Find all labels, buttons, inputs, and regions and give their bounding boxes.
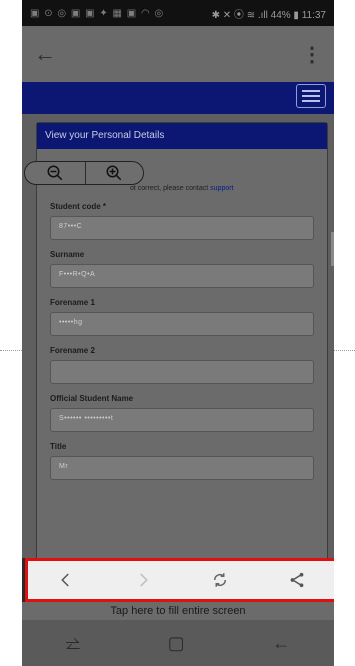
forename2-label: Forename 2 xyxy=(50,346,95,355)
kebab-menu-icon[interactable]: ⋮ xyxy=(302,42,322,67)
browser-nav-toolbar xyxy=(25,558,334,602)
notice-text: ot correct, please contact xyxy=(130,185,211,192)
zoom-divider xyxy=(85,162,86,184)
surname-field[interactable]: F•••R•Q•A xyxy=(50,264,314,288)
card-body: ot correct, please contact support Stude… xyxy=(37,149,327,490)
official-name-label: Official Student Name xyxy=(50,394,134,403)
share-icon[interactable] xyxy=(277,565,317,595)
back-arrow-icon[interactable]: ← xyxy=(34,41,56,67)
surname-label: Surname xyxy=(50,250,85,259)
student-code-label: Student code * xyxy=(50,202,107,211)
site-header-bar xyxy=(22,82,334,115)
scrollbar[interactable] xyxy=(331,232,334,266)
hamburger-menu-icon[interactable] xyxy=(296,84,326,108)
zoom-out-icon[interactable] xyxy=(25,162,84,184)
forename2-field[interactable] xyxy=(50,360,314,384)
recent-apps-icon[interactable]: ⥨ xyxy=(66,633,80,654)
student-code-field[interactable]: 87•••C xyxy=(50,216,314,240)
app-bar: ← ⋮ xyxy=(22,26,334,82)
support-link[interactable]: support xyxy=(210,185,233,192)
forename1-label: Forename 1 xyxy=(50,298,95,307)
zoom-in-icon[interactable] xyxy=(84,162,143,184)
personal-details-card: View your Personal Details ot correct, p… xyxy=(36,122,328,574)
official-name-field[interactable]: S•••••• •••••••••t xyxy=(50,408,314,432)
guide-line-left xyxy=(0,350,22,351)
chevron-right-icon[interactable] xyxy=(123,565,163,595)
home-icon[interactable]: ▢ xyxy=(168,633,185,654)
refresh-icon[interactable] xyxy=(200,565,240,595)
card-title: View your Personal Details xyxy=(37,123,327,149)
title-field[interactable]: Mr xyxy=(50,456,314,480)
zoom-control xyxy=(24,161,144,185)
forename1-field[interactable]: •••••hg xyxy=(50,312,314,336)
status-icons-right: ✱ ✕ ⦿ ≋ .ıll 44% ▮ 11:37 xyxy=(211,9,326,21)
phone-screen: ▣ ⊙ ◎ ▣ ▣ ✦ ▦ ▣ ◠ ◎ ✱ ✕ ⦿ ≋ .ıll 44% ▮ 1… xyxy=(22,0,334,666)
android-nav-bar: ⥨ ▢ ← xyxy=(22,620,334,666)
support-notice: ot correct, please contact support xyxy=(130,185,314,192)
guide-line-right xyxy=(334,350,355,351)
back-icon[interactable]: ← xyxy=(272,633,290,654)
status-bar: ▣ ⊙ ◎ ▣ ▣ ✦ ▦ ▣ ◠ ◎ ✱ ✕ ⦿ ≋ .ıll 44% ▮ 1… xyxy=(22,0,334,26)
chevron-left-icon[interactable] xyxy=(46,565,86,595)
title-label: Title xyxy=(50,442,67,451)
status-icons-left: ▣ ⊙ ◎ ▣ ▣ ✦ ▦ ▣ ◠ ◎ xyxy=(30,7,165,19)
fill-screen-hint[interactable]: Tap here to fill entire screen xyxy=(22,602,334,620)
